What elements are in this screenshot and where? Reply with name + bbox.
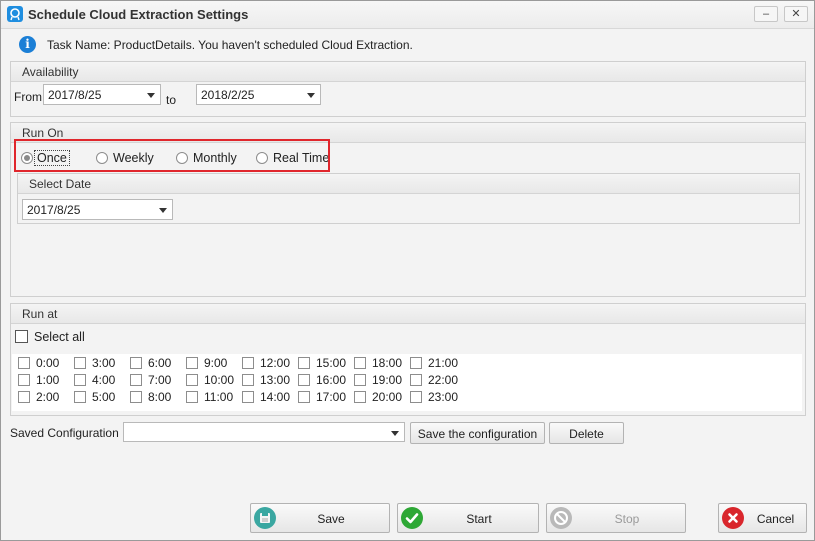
hour-label: 4:00 [92,373,116,387]
from-date-picker[interactable]: 2017/8/25 [43,84,161,105]
hour-checkbox[interactable] [298,374,310,386]
to-date-value: 2018/2/25 [201,88,255,102]
minimize-button[interactable]: – [754,6,778,22]
hour-checkbox[interactable] [130,374,142,386]
hour-label: 0:00 [36,356,60,370]
chevron-down-icon [147,93,155,98]
availability-title: Availability [22,65,79,79]
chevron-down-icon [391,431,399,436]
hour-label: 13:00 [260,373,291,387]
availability-header: Availability [11,62,805,82]
hour-label: 21:00 [428,356,459,370]
hour-checkbox[interactable] [74,391,86,403]
hour-label: 18:00 [372,356,403,370]
run-on-title: Run On [22,126,64,140]
info-icon: i [19,36,36,53]
hour-checkbox[interactable] [242,391,254,403]
app-logo-icon [7,6,23,22]
select-date-value: 2017/8/25 [27,203,81,217]
to-label: to [166,93,177,107]
hour-label: 20:00 [372,390,403,404]
hour-label: 11:00 [204,390,234,404]
hour-checkbox[interactable] [354,357,366,369]
hour-label: 8:00 [148,390,172,404]
hour-label: 6:00 [148,356,172,370]
hour-label: 7:00 [148,373,172,387]
hour-label: 22:00 [428,373,459,387]
hour-label: 10:00 [204,373,235,387]
stop-button[interactable]: Stop [546,503,686,533]
hour-label: 2:00 [36,390,60,404]
save-configuration-button[interactable]: Save the configuration [410,422,545,444]
hour-checkbox[interactable] [186,391,198,403]
hour-checkbox[interactable] [354,374,366,386]
hour-label: 19:00 [372,373,403,387]
chevron-down-icon [159,208,167,213]
hour-checkbox[interactable] [186,357,198,369]
hour-checkbox[interactable] [410,391,422,403]
select-date-picker[interactable]: 2017/8/25 [22,199,173,220]
hour-checkbox[interactable] [410,357,422,369]
schedule-cloud-extraction-window: Schedule Cloud Extraction Settings – ✕ i… [0,0,815,541]
hour-label: 23:00 [428,390,459,404]
hour-checkbox[interactable] [18,374,30,386]
hour-checkbox[interactable] [186,374,198,386]
hour-label: 16:00 [316,373,347,387]
close-button[interactable]: ✕ [784,6,808,22]
hour-label: 12:00 [260,356,291,370]
hour-label: 9:00 [204,356,228,370]
select-all-checkbox[interactable] [15,330,28,343]
hour-checkbox[interactable] [74,357,86,369]
chevron-down-icon [307,93,315,98]
select-date-header: Select Date [18,174,799,194]
hour-checkbox[interactable] [18,391,30,403]
hour-checkbox[interactable] [130,391,142,403]
hour-checkbox[interactable] [410,374,422,386]
saved-configuration-dropdown[interactable] [123,422,405,442]
cancel-button[interactable]: Cancel [718,503,807,533]
hour-label: 5:00 [92,390,116,404]
hour-label: 1:00 [36,373,60,387]
saved-configuration-label: Saved Configuration [10,426,119,440]
hour-label: 14:00 [260,390,291,404]
run-at-title: Run at [22,307,58,321]
hour-checkbox[interactable] [298,357,310,369]
run-on-highlight-box [14,139,330,172]
select-date-title: Select Date [29,177,92,191]
start-button[interactable]: Start [397,503,539,533]
hour-checkbox[interactable] [18,357,30,369]
hour-checkbox[interactable] [242,374,254,386]
from-date-value: 2017/8/25 [48,88,102,102]
task-info-text: Task Name: ProductDetails. You haven't s… [47,38,413,52]
hour-checkbox[interactable] [242,357,254,369]
hour-checkbox[interactable] [130,357,142,369]
title-bar: Schedule Cloud Extraction Settings – ✕ [1,1,814,29]
from-label: From [14,90,42,104]
window-title: Schedule Cloud Extraction Settings [28,7,249,22]
hour-label: 17:00 [316,390,347,404]
hour-label: 15:00 [316,356,347,370]
hour-checkbox[interactable] [298,391,310,403]
to-date-picker[interactable]: 2018/2/25 [196,84,321,105]
hour-checkbox[interactable] [354,391,366,403]
run-at-header: Run at [11,304,805,324]
save-button[interactable]: Save [250,503,390,533]
select-all-label[interactable]: Select all [34,330,85,344]
delete-configuration-button[interactable]: Delete [549,422,624,444]
hour-label: 3:00 [92,356,116,370]
hour-checkbox[interactable] [74,374,86,386]
